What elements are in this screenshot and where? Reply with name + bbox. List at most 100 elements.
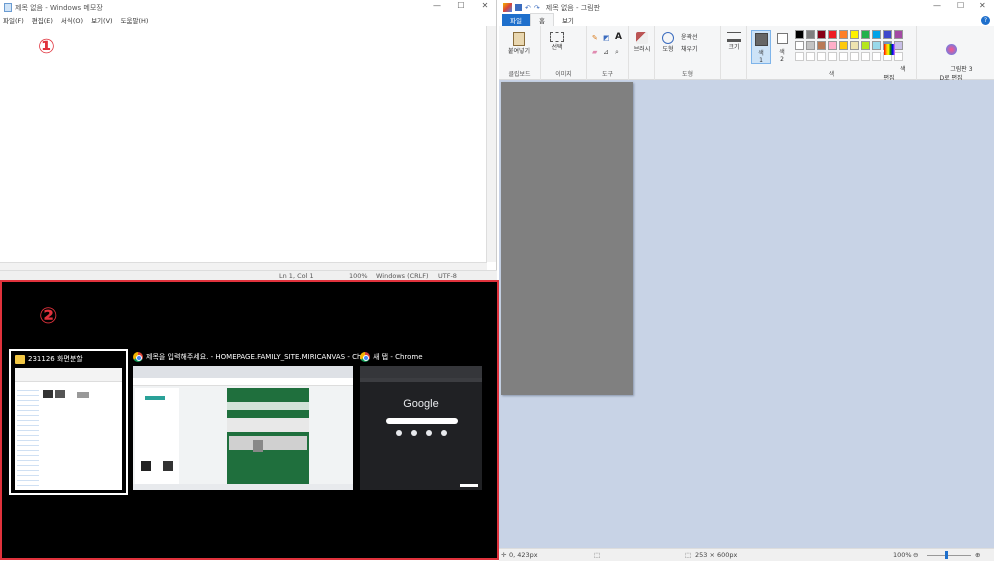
notepad-title: 제목 없음 - Windows 메모장 — [15, 3, 103, 12]
paint-titlebar: ↶ ↷ 제목 없음 - 그림판 — ☐ ✕ — [499, 0, 994, 15]
tab-file[interactable]: 파일 — [502, 14, 530, 26]
magnifier-icon[interactable]: ⌕ — [615, 48, 619, 57]
group-label: 도형 — [681, 71, 694, 78]
desktop-split-view: 제목 없음 - Windows 메모장 — ☐ ✕ 파일(F) 편집(E) 서식… — [0, 0, 994, 561]
menu-view[interactable]: 보기(V) — [91, 15, 112, 26]
canvas-size: 253 × 600px — [695, 551, 738, 559]
minimize-button[interactable]: — — [933, 1, 941, 10]
color-swatch[interactable] — [806, 41, 815, 50]
save-icon[interactable] — [515, 4, 522, 11]
close-button[interactable]: ✕ — [474, 1, 496, 14]
color-swatch[interactable] — [828, 41, 837, 50]
window-thumbnail-explorer[interactable]: 231126 화면분할 — [9, 349, 128, 495]
color-swatch[interactable] — [861, 30, 870, 39]
color1-button[interactable]: 색 1 — [751, 30, 771, 64]
color-swatch[interactable] — [850, 30, 859, 39]
menu-format[interactable]: 서식(O) — [61, 15, 83, 26]
zoom-slider-thumb[interactable] — [945, 551, 948, 559]
size-button[interactable]: 크기 — [724, 32, 744, 51]
color-swatch[interactable] — [839, 30, 848, 39]
color-swatch[interactable] — [817, 30, 826, 39]
color-swatch[interactable] — [828, 30, 837, 39]
clipboard-icon — [513, 32, 525, 46]
color-swatch[interactable] — [795, 30, 804, 39]
tools-group: ✎ ◩ A ▰ ⊿ ⌕ 도구 — [587, 26, 629, 80]
group-label: 색 — [828, 71, 835, 78]
notepad-titlebar: 제목 없음 - Windows 메모장 — ☐ ✕ — [0, 0, 496, 15]
notepad-text-area[interactable] — [0, 26, 487, 262]
vertical-scrollbar[interactable] — [486, 26, 496, 262]
group-label: 도구 — [601, 71, 614, 78]
fill-button[interactable]: 채우기 — [681, 44, 698, 53]
custom-color-swatch[interactable] — [850, 52, 859, 61]
horizontal-scrollbar[interactable] — [0, 262, 487, 270]
select-rect-icon — [550, 32, 564, 42]
fill-icon[interactable]: ◩ — [603, 34, 610, 42]
help-icon[interactable]: ? — [981, 16, 990, 25]
color-swatch[interactable] — [839, 41, 848, 50]
size-lines-icon — [727, 32, 741, 42]
chrome-icon — [360, 352, 370, 362]
selection-icon: ⬚ — [594, 551, 601, 559]
window-thumbnail-chrome-miricanvas[interactable]: 제목을 입력해주세요. - HOMEPAGE.FAMILY_SITE.MIRIC… — [133, 349, 370, 495]
custom-color-swatch[interactable] — [817, 52, 826, 61]
menu-help[interactable]: 도움말(H) — [121, 15, 149, 26]
color-swatch[interactable] — [817, 41, 826, 50]
maximize-button[interactable]: ☐ — [450, 1, 472, 14]
paste-button[interactable]: 붙여넣기 — [505, 32, 533, 55]
folder-icon — [15, 354, 25, 364]
chrome-icon — [133, 352, 143, 362]
eraser-icon[interactable]: ▰ — [592, 48, 597, 56]
maximize-button[interactable]: ☐ — [957, 1, 964, 10]
zoom-slider[interactable] — [927, 555, 971, 556]
drawing-canvas[interactable] — [501, 82, 633, 395]
color-swatch[interactable] — [850, 41, 859, 50]
paint-workspace — [499, 80, 994, 548]
tab-home[interactable]: 홈 — [529, 13, 554, 26]
color-swatch[interactable] — [872, 41, 881, 50]
menu-file[interactable]: 파일(F) — [3, 15, 24, 26]
color-swatch[interactable] — [806, 30, 815, 39]
zoom-out-button[interactable]: ⊖ — [913, 551, 918, 559]
color-picker-icon[interactable]: ⊿ — [603, 48, 609, 56]
encoding: UTF-8 — [438, 272, 457, 280]
paint-window: ↶ ↷ 제목 없음 - 그림판 — ☐ ✕ 파일 홈 보기 ? 붙여넣기 클립보… — [499, 0, 994, 561]
custom-color-swatch[interactable] — [839, 52, 848, 61]
thumbnail-title: 제목을 입력해주세요. - HOMEPAGE.FAMILY_SITE.MIRIC… — [133, 352, 370, 362]
color-swatch[interactable] — [872, 30, 881, 39]
redo-icon[interactable]: ↷ — [534, 4, 540, 12]
custom-color-swatch[interactable] — [828, 52, 837, 61]
custom-color-swatch[interactable] — [806, 52, 815, 61]
undo-icon[interactable]: ↶ — [525, 4, 531, 12]
group-label: 이미지 — [555, 71, 572, 78]
paint-tabs: 파일 홈 보기 ? — [499, 13, 994, 26]
paint3d-icon — [945, 44, 957, 55]
shapes-icon — [662, 32, 674, 44]
shapes-button[interactable]: 도형 — [659, 32, 677, 53]
minimize-button[interactable]: — — [426, 1, 448, 14]
brush-icon — [636, 32, 648, 44]
outline-button[interactable]: 윤곽선 — [681, 32, 698, 41]
group-label: 클립보드 — [508, 71, 531, 78]
zoom-in-button[interactable]: ⊕ — [975, 551, 980, 559]
window-thumbnail-chrome-newtab[interactable]: 새 탭 - Chrome Google — [360, 349, 484, 495]
pencil-icon[interactable]: ✎ — [592, 34, 598, 42]
text-icon[interactable]: A — [615, 32, 622, 42]
brushes-button[interactable]: 브러시 — [632, 32, 652, 53]
tab-view[interactable]: 보기 — [554, 14, 582, 26]
canvas-size-icon: ⬚ — [685, 551, 692, 559]
custom-color-swatch[interactable] — [872, 52, 881, 61]
zoom-level: 100% — [349, 272, 368, 280]
shapes-group: 도형 윤곽선 채우기 도형 — [655, 26, 721, 80]
colors-group: 색 1 색 2 색 편집 색 — [747, 26, 917, 82]
custom-color-swatch[interactable] — [795, 52, 804, 61]
custom-color-swatch[interactable] — [861, 52, 870, 61]
menu-edit[interactable]: 편집(E) — [32, 15, 53, 26]
close-button[interactable]: ✕ — [979, 1, 986, 10]
color-swatch[interactable] — [861, 41, 870, 50]
color2-button[interactable]: 색 2 — [773, 30, 791, 64]
ribbon: 붙여넣기 클립보드 선택 이미지 ✎ ◩ A ▰ ⊿ ⌕ 도구 브러시 도형 윤… — [499, 26, 994, 82]
color-swatch[interactable] — [795, 41, 804, 50]
size-group: 크기 — [721, 26, 747, 80]
select-button[interactable]: 선택 — [547, 32, 567, 51]
